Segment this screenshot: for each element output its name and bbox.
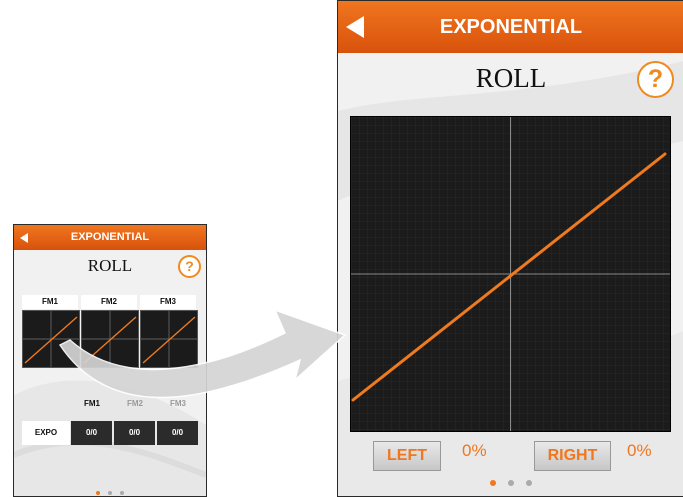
expo-header-fm1: FM1 [84,399,100,408]
expo-value-fm1[interactable]: 0/0 [71,421,112,445]
page-dot-active[interactable] [95,491,100,495]
mini-graph-fm2[interactable] [81,310,139,368]
mini-graph-fm3[interactable] [140,310,198,368]
left-percent-value: 0% [462,441,487,460]
page-dot[interactable] [120,491,125,495]
page-dot[interactable] [526,480,533,486]
page-dot[interactable] [108,491,112,495]
tab-fm2[interactable]: FM2 [81,295,137,309]
header-bar: EXPONENTIAL [338,1,683,53]
small-phone-screen: EXPONENTIAL ROLL ? FM1 FM2 FM3 FM1 FM2 F… [13,224,207,497]
axis-title: ROLL [475,63,547,93]
expo-value-fm2[interactable]: 0/0 [114,421,155,445]
header-title: EXPONENTIAL [439,16,583,38]
tab-fm1[interactable]: FM1 [22,295,78,309]
left-button[interactable]: LEFT [373,441,441,471]
tab-fm3[interactable]: FM3 [140,295,196,309]
expo-header-fm2: FM2 [127,399,143,408]
help-question-icon[interactable]: ? [178,255,201,278]
help-question-icon[interactable]: ? [637,61,674,98]
back-arrow-icon[interactable] [20,232,28,243]
expo-curve-graph[interactable] [350,116,671,432]
expo-row-label: EXPO [22,421,70,445]
expo-header-fm3: FM3 [170,399,186,408]
back-arrow-icon[interactable] [346,16,364,38]
header-bar: EXPONENTIAL [14,225,206,250]
right-button[interactable]: RIGHT [534,441,611,471]
page-indicator [338,473,683,491]
right-percent-value: 0% [627,441,652,460]
page-dot[interactable] [508,480,514,486]
header-title: EXPONENTIAL [70,231,150,243]
mini-graph-fm1[interactable] [22,310,80,368]
big-phone-screen: EXPONENTIAL ROLL ? LEFT 0% RIGHT 0% [337,0,683,497]
page-dot-active[interactable] [489,480,496,486]
expo-value-fm3[interactable]: 0/0 [157,421,198,445]
